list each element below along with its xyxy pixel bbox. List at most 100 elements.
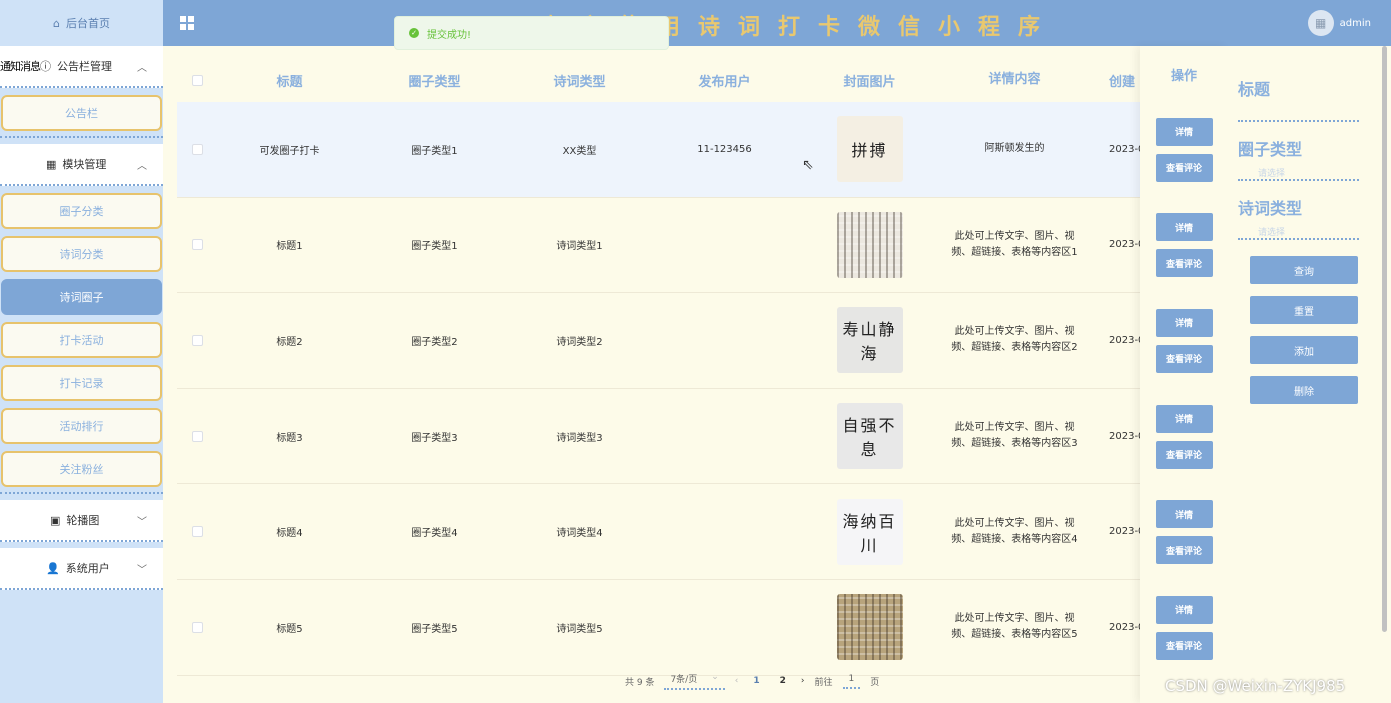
next-page-button[interactable]: › — [801, 676, 805, 686]
page-1-button[interactable]: 1 — [748, 676, 764, 686]
row-operations: 详情 查看评论 — [1140, 102, 1228, 198]
row-checkbox[interactable] — [177, 621, 217, 633]
sidebar-item-activity-rank[interactable]: 活动排行 — [1, 408, 162, 444]
sidebar-group-label: 轮播图 — [66, 514, 100, 527]
table-header: 标题 圈子类型 诗词类型 发布用户 封面图片 详情内容 创建 — [177, 58, 1140, 102]
sidebar-group-carousel[interactable]: ▣ 轮播图 ﹀ — [0, 500, 163, 542]
image-icon: ▣ — [50, 513, 61, 527]
detail-button[interactable]: 详情 — [1155, 117, 1213, 146]
goto-page-input[interactable]: 1 — [842, 674, 861, 689]
sidebar-group-modules[interactable]: ▦ 模块管理 ︿ — [0, 144, 163, 186]
cell-circle-type: 圈子类型1 — [411, 145, 458, 157]
col-header-user: 发布用户 — [698, 74, 751, 90]
sidebar-item-checkin-activity[interactable]: 打卡活动 — [1, 322, 162, 358]
cell-poem-type: 诗词类型3 — [556, 432, 603, 444]
table-row[interactable]: 标题2 圈子类型2 诗词类型2 寿山静海 此处可上传文字、图片、视频、超链接、表… — [177, 293, 1140, 389]
row-checkbox[interactable] — [177, 334, 217, 346]
detail-button[interactable]: 详情 — [1155, 404, 1213, 433]
page-2-button[interactable]: 2 — [775, 676, 791, 686]
query-button[interactable]: 查询 — [1250, 256, 1358, 284]
search-panel: 标题 圈子类型 请选择 诗词类型 请选择 查询 重置 添加 删除 — [1228, 46, 1381, 703]
total-count: 共 9 条 — [625, 677, 655, 688]
cell-created: 2023-0 — [1109, 526, 1140, 538]
col-header-title: 标题 — [276, 74, 303, 90]
cell-poem-type: 诗词类型1 — [556, 241, 603, 253]
sidebar-item-followers[interactable]: 关注粉丝 — [1, 451, 162, 487]
cell-created: 2023-0 — [1109, 430, 1140, 442]
add-button[interactable]: 添加 — [1250, 336, 1358, 364]
view-comments-button[interactable]: 查看评论 — [1155, 344, 1213, 373]
sidebar-home[interactable]: ⌂ 后台首页 — [0, 0, 163, 46]
cover-image-text: 自强不息 — [842, 416, 897, 460]
select-all-checkbox[interactable] — [177, 74, 217, 86]
cover-image[interactable] — [836, 211, 903, 278]
vertical-scrollbar[interactable] — [1382, 46, 1387, 632]
row-checkbox[interactable] — [177, 526, 217, 538]
view-comments-button[interactable]: 查看评论 — [1155, 536, 1213, 565]
prev-page-button[interactable]: ‹ — [735, 676, 739, 686]
view-comments-button[interactable]: 查看评论 — [1155, 249, 1213, 278]
sidebar-group-notice[interactable]: 通知消息 ⓘ 公告栏管理 ︿ — [0, 46, 163, 88]
cell-title: 标题5 — [276, 623, 303, 635]
info-icon: ⓘ — [40, 60, 51, 73]
detail-button[interactable]: 详情 — [1155, 595, 1213, 624]
cell-cover: 寿山静海 — [797, 307, 942, 374]
table-row[interactable]: 可发圈子打卡 圈子类型1 XX类型 11-123456 拼搏 阿斯顿发生的 20… — [177, 102, 1140, 198]
cover-image[interactable]: 自强不息 — [836, 403, 903, 470]
col-header-operations: 操作 — [1170, 68, 1197, 84]
row-operations: 详情 查看评论 — [1140, 484, 1228, 580]
col-header-created: 创建 — [1109, 74, 1136, 90]
sidebar-item-poem-category[interactable]: 诗词分类 — [1, 236, 162, 272]
cell-title: 标题4 — [276, 528, 303, 540]
cell-detail: 此处可上传文字、图片、视频、超链接、表格等内容区5 — [951, 613, 1078, 641]
col-header-detail: 详情内容 — [988, 72, 1041, 87]
circle-type-select[interactable]: 请选择 — [1238, 160, 1359, 181]
cover-image[interactable]: 寿山静海 — [836, 307, 903, 374]
chevron-up-icon: ︿ — [137, 160, 147, 172]
row-checkbox[interactable] — [177, 143, 217, 155]
view-comments-button[interactable]: 查看评论 — [1155, 440, 1213, 469]
check-circle-icon: ✓ — [409, 28, 419, 38]
view-comments-button[interactable]: 查看评论 — [1155, 631, 1213, 660]
table-row[interactable]: 标题5 圈子类型5 诗词类型5 此处可上传文字、图片、视频、超链接、表格等内容区… — [177, 580, 1140, 676]
circle-type-placeholder: 请选择 — [1258, 169, 1286, 179]
cell-detail: 阿斯顿发生的 — [984, 143, 1045, 155]
page-size-select[interactable]: 7条/页 ⌄ — [664, 672, 725, 690]
cell-poem-type: 诗词类型5 — [556, 623, 603, 635]
table-row[interactable]: 标题1 圈子类型1 诗词类型1 此处可上传文字、图片、视频、超链接、表格等内容区… — [177, 198, 1140, 294]
row-checkbox[interactable] — [177, 430, 217, 442]
cell-detail: 此处可上传文字、图片、视频、超链接、表格等内容区2 — [951, 326, 1078, 354]
reset-button[interactable]: 重置 — [1250, 296, 1358, 324]
search-title-input[interactable] — [1238, 100, 1359, 122]
cell-poem-type: 诗词类型4 — [556, 528, 603, 540]
sidebar-item-checkin-record[interactable]: 打卡记录 — [1, 365, 162, 401]
sidebar-group-users[interactable]: 👤 系统用户 ﹀ — [0, 548, 163, 590]
sidebar-item-notice-board[interactable]: 公告栏 — [1, 95, 162, 131]
detail-button[interactable]: 详情 — [1155, 500, 1213, 529]
view-comments-button[interactable]: 查看评论 — [1155, 153, 1213, 182]
cover-image[interactable]: 拼搏 — [836, 116, 903, 183]
detail-button[interactable]: 详情 — [1155, 213, 1213, 242]
detail-button[interactable]: 详情 — [1155, 308, 1213, 337]
cell-poem-type: 诗词类型2 — [556, 336, 603, 348]
sidebar-group-label: 公告栏管理 — [57, 60, 112, 73]
sidebar-ghost-text: 通知消息 — [0, 60, 41, 73]
poem-type-select[interactable]: 请选择 — [1238, 219, 1359, 240]
home-icon: ⌂ — [53, 16, 60, 30]
table-row[interactable]: 标题4 圈子类型4 诗词类型4 海纳百川 此处可上传文字、图片、视频、超链接、表… — [177, 484, 1140, 580]
cover-image[interactable]: 海纳百川 — [836, 498, 903, 565]
cell-poem-type: XX类型 — [562, 145, 597, 157]
table-row[interactable]: 标题3 圈子类型3 诗词类型3 自强不息 此处可上传文字、图片、视频、超链接、表… — [177, 389, 1140, 485]
delete-button[interactable]: 删除 — [1250, 376, 1358, 404]
cover-image-text: 寿山静海 — [842, 320, 897, 364]
sidebar-item-poem-circle[interactable]: 诗词圈子 — [1, 279, 162, 315]
cell-circle-type: 圈子类型3 — [411, 432, 458, 444]
avatar[interactable]: ▦ — [1307, 10, 1334, 36]
menu-grid-icon[interactable] — [180, 16, 194, 30]
user-menu[interactable]: ▦ admin — [1307, 10, 1371, 36]
sidebar-item-circle-category[interactable]: 圈子分类 — [1, 193, 162, 229]
row-checkbox[interactable] — [177, 239, 217, 251]
cover-image[interactable] — [836, 594, 903, 661]
cell-circle-type: 圈子类型1 — [411, 241, 458, 253]
cell-cover: 海纳百川 — [797, 498, 942, 565]
